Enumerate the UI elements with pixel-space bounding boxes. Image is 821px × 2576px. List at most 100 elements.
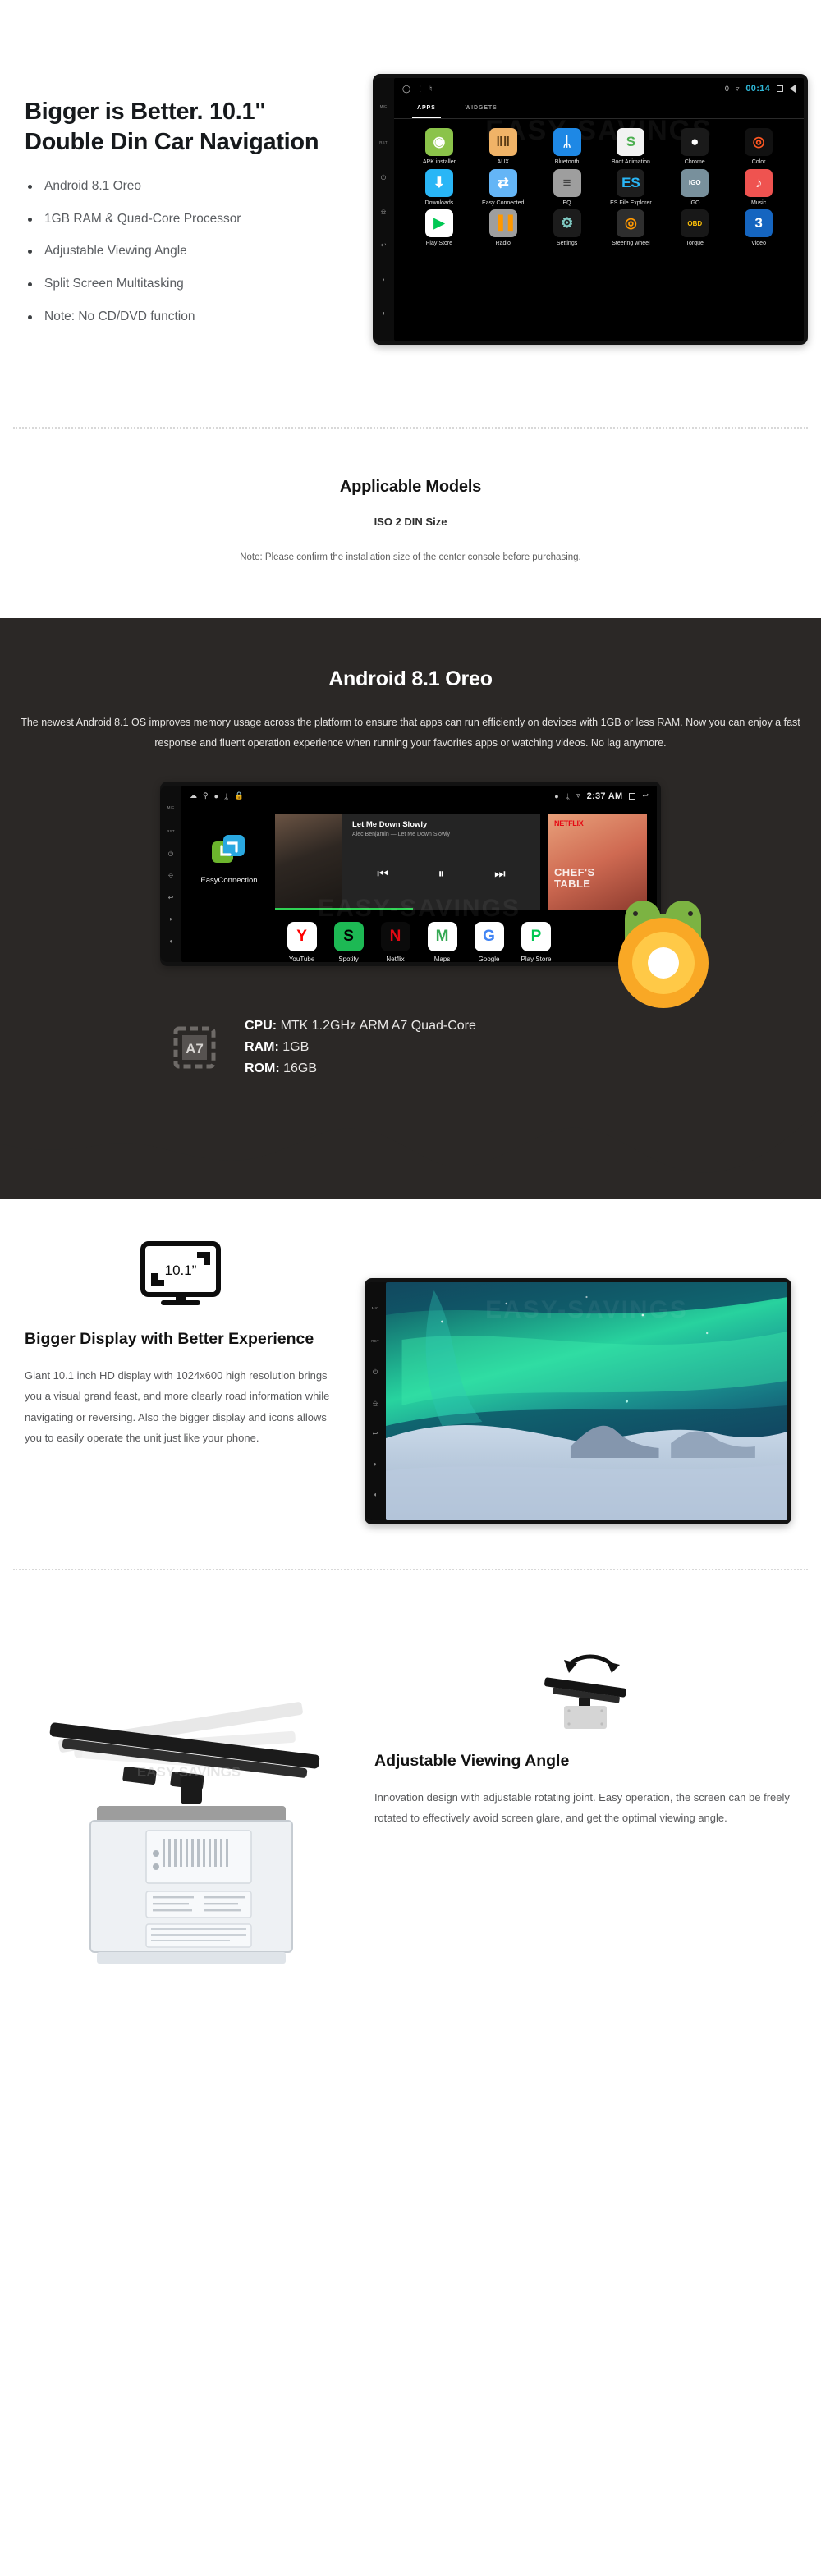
back-icon[interactable]: ↩: [381, 242, 387, 249]
volume-up-icon[interactable]: ◗: [382, 276, 386, 283]
list-item: 1GB RAM & Quad-Core Processor: [25, 212, 361, 227]
volume-down-icon[interactable]: ◖: [382, 310, 386, 317]
lock-icon: 🔒: [234, 791, 244, 800]
bluetooth-icon: ᛦ: [565, 791, 571, 800]
power-icon[interactable]: ⏻: [168, 850, 173, 858]
dock-app[interactable]: N Netflix: [380, 921, 410, 962]
section-title: Android 8.1 Oreo: [328, 667, 493, 690]
app-tile[interactable]: ⬇ Downloads: [407, 168, 471, 207]
chrome-icon: ●: [681, 128, 709, 156]
app-tile[interactable]: ◎ Color: [727, 128, 791, 166]
recents-icon[interactable]: [777, 85, 783, 92]
app-tile[interactable]: ⚙ Settings: [535, 209, 599, 247]
download-icon: ⬇: [424, 168, 453, 197]
app-grid: ◉ APK installer ‖‖ AUX ᛦ Bluetooth S Boot Anima…: [394, 119, 804, 247]
netflix-card-title: CHEF'S TABLE: [554, 867, 595, 889]
device-screen-apps[interactable]: EASY-SAVINGS ◯ ⋮ ♮ 0 ▿ 00:14 APPS WIDGET…: [394, 78, 804, 341]
tab-apps[interactable]: APPS: [412, 101, 441, 118]
volume-down-icon[interactable]: ◖: [374, 1491, 378, 1498]
app-tile[interactable]: ◉ APK installer: [407, 128, 471, 166]
bigger-display-copy: 10.1” Bigger Display with Better Experie…: [25, 1240, 337, 1449]
pin-icon: ●: [554, 791, 559, 800]
device-side-rail: MIC RST ⏻ ⎒ ↩ ◗ ◖: [160, 785, 181, 962]
dock-app[interactable]: M Maps: [427, 921, 457, 962]
track-artist: Alec Benjamin — Let Me Down Slowly: [352, 831, 451, 837]
app-tile[interactable]: OBD Torque: [663, 209, 727, 247]
app-label: Bluetooth: [554, 159, 580, 165]
device-screen-home[interactable]: EASY-SAVINGS ☁ ⚲ ● ᛦ 🔒 ● ᛦ ▿ 2:37 AM: [181, 785, 657, 962]
dock-app[interactable]: P Play Store: [521, 921, 552, 962]
easy-connection-widget[interactable]: EasyConnection: [191, 814, 267, 885]
android-device-wrap: MIC RST ⏻ ⎒ ↩ ◗ ◖ EASY-SAVINGS ☁ ⚲ ● ᛦ 🔒: [0, 781, 821, 1008]
dock-app[interactable]: S Spotify: [333, 921, 364, 962]
hero-feature-list: Android 8.1 Oreo 1GB RAM & Quad-Core Pro…: [25, 179, 361, 324]
app-tile[interactable]: ♪ Music: [727, 168, 791, 207]
tab-widgets[interactable]: WIDGETS: [461, 101, 502, 118]
app-tile[interactable]: ◎ Steering wheel: [599, 209, 663, 247]
app-tile[interactable]: ▐▐ Radio: [471, 209, 535, 247]
volume-down-icon[interactable]: ◖: [169, 937, 173, 945]
track-title: Let Me Down Slowly: [352, 819, 428, 829]
home-icon[interactable]: ⎒: [373, 1400, 378, 1407]
rotating-joint-icon: [544, 1654, 626, 1729]
netflix-icon: N: [380, 921, 410, 951]
app-tile[interactable]: ▶ Play Store: [407, 209, 471, 247]
app-tile[interactable]: ● Chrome: [663, 128, 727, 166]
head-unit-device-aurora: MIC RST ⏻ ⎒ ↩ ◗ ◖: [365, 1277, 791, 1524]
home-icon[interactable]: ⎒: [381, 208, 386, 215]
status-clock: 00:14: [745, 84, 770, 94]
back-icon[interactable]: ↩: [642, 791, 649, 800]
hero-title-line-1: Bigger is Better. 10.1": [25, 99, 266, 125]
play-store-icon: ▶: [424, 209, 453, 238]
app-label: Chrome: [684, 159, 705, 165]
power-icon[interactable]: ⏻: [381, 174, 386, 181]
volume-up-icon[interactable]: ◗: [169, 916, 173, 923]
next-icon[interactable]: ⏭: [494, 867, 506, 881]
mic-label: MIC: [371, 1306, 379, 1311]
page-title: Bigger is Better. 10.1" Double Din Car N…: [25, 97, 361, 158]
app-label: EQ: [562, 199, 571, 206]
shield-icon: ▿: [735, 84, 740, 93]
app-tile[interactable]: ‖‖ AUX: [471, 128, 535, 166]
player-main: Let Me Down Slowly Alec Benjamin — Let M…: [342, 814, 540, 910]
list-item: Adjustable Viewing Angle: [25, 244, 361, 259]
spotify-icon: S: [333, 921, 364, 951]
spec-row-cpu: CPU: MTK 1.2GHz ARM A7 Quad-Core: [245, 1015, 476, 1037]
home-icon[interactable]: ⎒: [168, 873, 173, 879]
spec-value: MTK 1.2GHz ARM A7 Quad-Core: [280, 1018, 476, 1033]
volume-up-icon[interactable]: ◗: [374, 1460, 378, 1468]
spec-key: CPU:: [245, 1018, 277, 1033]
music-player-widget[interactable]: Let Me Down Slowly Alec Benjamin — Let M…: [275, 813, 540, 910]
back-icon[interactable]: [790, 85, 796, 93]
dock-app[interactable]: G Google: [474, 921, 504, 962]
app-tile[interactable]: S Boot Animation: [599, 128, 663, 166]
app-label: Boot Animation: [611, 159, 650, 165]
power-icon[interactable]: ⏻: [373, 1369, 378, 1376]
cloud-icon: ☁: [190, 791, 197, 800]
igo-navigation-icon: iGO: [681, 168, 709, 197]
location-icon: ⚲: [203, 791, 209, 800]
hero-title-line-2: Double Din Car Navigation: [25, 129, 319, 156]
list-item: Split Screen Multitasking: [25, 277, 361, 292]
app-tile[interactable]: ⇄ Easy Connected: [471, 168, 535, 207]
unit-photo-wrap: EASY-SAVINGS: [25, 1615, 353, 1977]
dock-label: Play Store: [521, 955, 552, 962]
app-tile[interactable]: 3 Video: [727, 209, 791, 247]
app-tile[interactable]: iGO iGO: [663, 168, 727, 207]
back-icon[interactable]: ↩: [373, 1430, 378, 1437]
back-icon[interactable]: ↩: [168, 894, 174, 901]
app-tile[interactable]: ES ES File Explorer: [599, 168, 663, 207]
recents-icon[interactable]: [629, 792, 636, 800]
app-label: Steering wheel: [612, 241, 650, 247]
reset-label: RST: [167, 829, 175, 834]
bigger-display-section: 10.1” Bigger Display with Better Experie…: [0, 1199, 821, 1569]
unit-rear-photo: EASY-SAVINGS: [25, 1615, 353, 1977]
adjustable-angle-body: Innovation design with adjustable rotati…: [374, 1790, 790, 1824]
pause-icon[interactable]: ⏸: [438, 867, 445, 881]
previous-icon[interactable]: ⏮: [377, 867, 388, 881]
dock-app[interactable]: Y YouTube: [287, 921, 317, 962]
app-tile[interactable]: ≡ EQ: [535, 168, 599, 207]
app-label: Video: [751, 241, 766, 247]
device-screen-aurora[interactable]: EASY-SAVINGS: [386, 1281, 787, 1520]
app-tile[interactable]: ᛦ Bluetooth: [535, 128, 599, 166]
